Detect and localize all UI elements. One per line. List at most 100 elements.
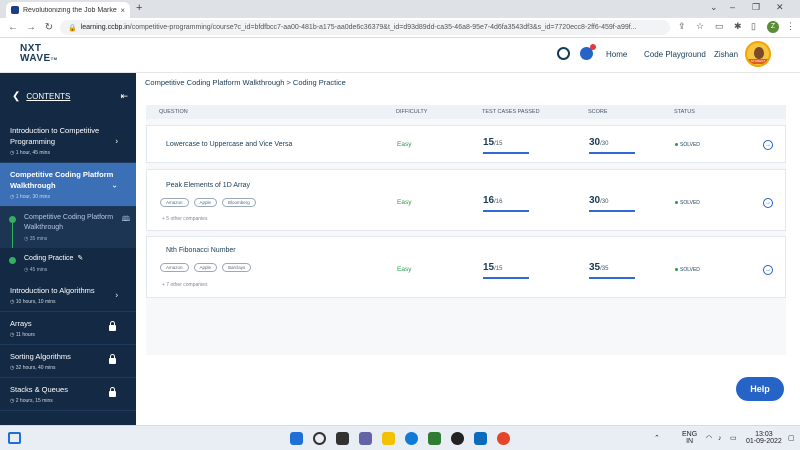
sidebar-subitem-coding-practice[interactable]: Coding Practice ✎ ◷ 45 mins bbox=[0, 248, 136, 279]
clock-icon: ◷ bbox=[10, 365, 15, 371]
chevron-up-icon[interactable]: ⌃ bbox=[654, 435, 660, 442]
score-total: /30 bbox=[600, 199, 609, 205]
section-title: Sorting Algorithms bbox=[10, 352, 71, 361]
contents-link[interactable]: CONTENTS bbox=[26, 92, 120, 101]
nxtwave-logo[interactable]: NXT WAVETM bbox=[20, 44, 58, 64]
company-tag[interactable]: Apple bbox=[193, 198, 218, 207]
chrome-icon[interactable] bbox=[497, 432, 510, 445]
arrow-right-icon[interactable]: → bbox=[763, 198, 773, 208]
arrow-right-icon[interactable]: → bbox=[763, 265, 773, 275]
table-row[interactable]: Peak Elements of 1D Array Amazon Apple B… bbox=[146, 169, 786, 231]
section-title: Introduction to Algorithms bbox=[10, 286, 95, 295]
code-playground-link[interactable]: Code Playground bbox=[644, 50, 706, 59]
task-view-icon[interactable] bbox=[8, 432, 21, 444]
column-header-status: STATUS bbox=[674, 109, 695, 115]
maximize-button[interactable]: ❐ bbox=[752, 2, 760, 13]
search-icon[interactable] bbox=[313, 432, 326, 445]
reload-icon[interactable]: ↻ bbox=[44, 22, 54, 33]
clock[interactable]: 13:03 01-09-2022 bbox=[746, 431, 782, 445]
close-window-button[interactable]: ✕ bbox=[776, 2, 784, 13]
browser-profile-icon[interactable]: Z bbox=[767, 21, 779, 33]
company-tag[interactable]: Amazon bbox=[160, 198, 189, 207]
url-bar[interactable]: 🔒 learning.ccbp.in /competitive-programm… bbox=[60, 20, 670, 35]
forward-arrow-icon[interactable]: → bbox=[26, 22, 36, 33]
company-tag[interactable]: Bloomberg bbox=[222, 198, 256, 207]
bookmark-icon[interactable]: ▭ bbox=[715, 21, 724, 32]
other-companies-link[interactable]: + 7 other companies bbox=[162, 282, 207, 288]
browser-tab[interactable]: Revolutionizing the Job Market | × bbox=[6, 2, 130, 18]
section-title: Competitive Coding Platform Walkthrough bbox=[10, 170, 114, 190]
score-progress-bar bbox=[589, 152, 635, 154]
mail-icon[interactable] bbox=[474, 432, 487, 445]
other-companies-link[interactable]: + 5 other companies bbox=[162, 216, 207, 222]
table-row[interactable]: Nth Fibonacci Number Amazon Apple Barcla… bbox=[146, 236, 786, 298]
sidebar-section-arrays[interactable]: Arrays ◷ 11 hours bbox=[0, 312, 136, 345]
collapse-sidebar-icon[interactable]: ⇤ bbox=[120, 91, 128, 102]
battery-icon[interactable]: ▭ bbox=[730, 435, 737, 442]
extensions-icon[interactable]: ✱ bbox=[734, 21, 742, 32]
company-tag[interactable]: Barclays bbox=[222, 263, 252, 272]
chat-icon[interactable] bbox=[580, 44, 596, 60]
menu-dots-icon[interactable]: ⋮ bbox=[786, 21, 795, 32]
windows-start-icon[interactable] bbox=[290, 432, 303, 445]
lock-icon bbox=[109, 321, 116, 331]
dell-icon[interactable] bbox=[451, 432, 464, 445]
help-button[interactable]: Help bbox=[736, 377, 784, 401]
minimize-button[interactable]: – bbox=[730, 2, 735, 12]
clock-icon: ◷ bbox=[24, 267, 29, 273]
company-tag[interactable]: Amazon bbox=[160, 263, 189, 272]
test-cases-passed: 16/16 bbox=[483, 195, 502, 206]
breadcrumb: Competitive Coding Platform Walkthrough … bbox=[145, 78, 346, 87]
tab-search-icon[interactable]: ⌄ bbox=[710, 2, 718, 13]
score: 30/30 bbox=[589, 195, 608, 206]
language-indicator[interactable]: ENG IN bbox=[682, 431, 697, 445]
wifi-icon[interactable]: ◠ bbox=[706, 435, 712, 442]
lock-icon bbox=[109, 354, 116, 364]
sidebar-section-algorithms[interactable]: Introduction to Algorithms ◷ 10 hours, 1… bbox=[0, 279, 136, 312]
sidebar-section-intro-cp[interactable]: Introduction to Competitive Programming … bbox=[0, 119, 136, 163]
speaker-icon[interactable]: ♪ bbox=[718, 435, 722, 442]
edge-icon[interactable] bbox=[405, 432, 418, 445]
passed-count: 15 bbox=[483, 262, 495, 273]
home-link[interactable]: Home bbox=[606, 50, 627, 59]
store-icon[interactable] bbox=[428, 432, 441, 445]
score: 30/30 bbox=[589, 137, 608, 148]
sidebar-section-walkthrough[interactable]: Competitive Coding Platform Walkthrough … bbox=[0, 163, 136, 207]
timer-icon[interactable] bbox=[557, 47, 570, 60]
logo-line2: WAVE bbox=[20, 53, 51, 64]
sidebar-subitem-walkthrough[interactable]: Competitive Coding Platform Walkthrough … bbox=[0, 207, 136, 268]
question-name[interactable]: Lowercase to Uppercase and Vice Versa bbox=[166, 141, 292, 148]
sidebar-section-sorting[interactable]: Sorting Algorithms ◷ 32 hours, 40 mins bbox=[0, 345, 136, 378]
chevron-left-icon[interactable]: ❮ bbox=[12, 91, 20, 102]
question-name[interactable]: Nth Fibonacci Number bbox=[166, 247, 236, 254]
section-duration: 32 hours, 40 mins bbox=[15, 365, 56, 371]
subitem-duration: 35 mins bbox=[29, 236, 48, 242]
new-tab-button[interactable]: + bbox=[136, 2, 142, 14]
share-icon[interactable]: ⇪ bbox=[678, 21, 686, 32]
chevron-right-icon: › bbox=[115, 290, 118, 300]
task-view-icon[interactable] bbox=[336, 432, 349, 445]
status-badge: SOLVED bbox=[675, 200, 700, 206]
subitem-title: Coding Practice bbox=[24, 255, 74, 262]
question-name[interactable]: Peak Elements of 1D Array bbox=[166, 182, 250, 189]
section-duration: 1 hour, 30 mins bbox=[15, 194, 50, 200]
file-explorer-icon[interactable] bbox=[382, 432, 395, 445]
teams-icon[interactable] bbox=[359, 432, 372, 445]
avatar[interactable]: STUDENT bbox=[745, 41, 771, 67]
windows-taskbar: ⌃ ENG IN ◠ ♪ ▭ 13:03 01-09-2022 ▢ bbox=[0, 425, 800, 450]
sidebar-icon[interactable]: ▯ bbox=[751, 21, 756, 32]
back-arrow-icon[interactable]: ← bbox=[8, 22, 18, 33]
score-value: 30 bbox=[589, 195, 601, 206]
company-tag[interactable]: Apple bbox=[193, 263, 218, 272]
bookmark-star-icon[interactable]: ☆ bbox=[696, 21, 704, 32]
arrow-right-icon[interactable]: → bbox=[763, 140, 773, 150]
sidebar-section-stacks[interactable]: Stacks & Queues ◷ 2 hours, 15 mins bbox=[0, 378, 136, 411]
lang-code: ENG bbox=[682, 431, 698, 438]
test-progress-bar bbox=[483, 152, 529, 154]
user-name[interactable]: Zishan bbox=[714, 50, 738, 59]
table-row[interactable]: Lowercase to Uppercase and Vice Versa Ea… bbox=[146, 125, 786, 163]
profile-badge: STUDENT bbox=[748, 59, 768, 64]
notifications-icon[interactable]: ▢ bbox=[788, 435, 795, 442]
tab-close-icon[interactable]: × bbox=[120, 6, 125, 15]
section-duration: 2 hours, 15 mins bbox=[15, 398, 53, 404]
